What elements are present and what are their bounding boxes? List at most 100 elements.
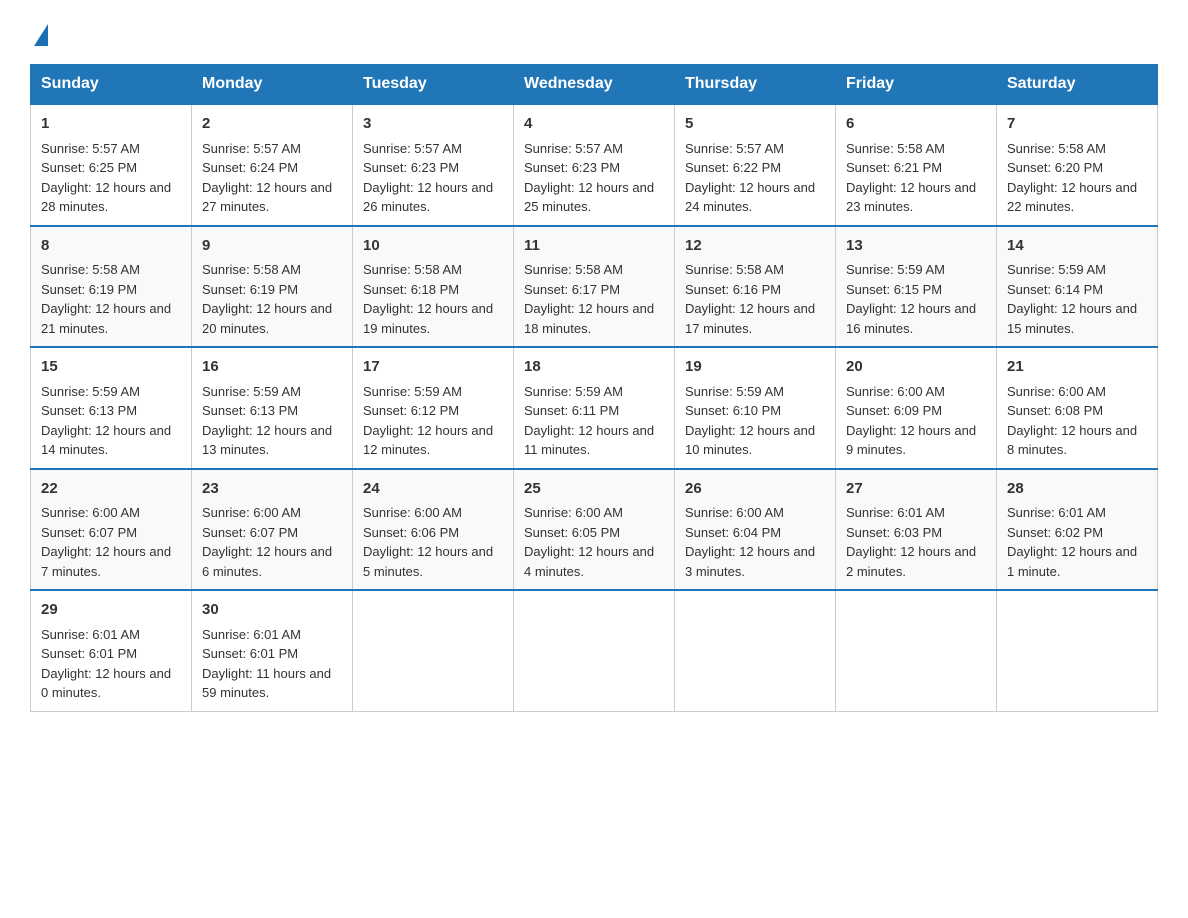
calendar-cell: 24Sunrise: 6:00 AMSunset: 6:06 PMDayligh… [353, 469, 514, 591]
day-daylight: Daylight: 12 hours and 23 minutes. [846, 180, 976, 215]
day-daylight: Daylight: 11 hours and 59 minutes. [202, 666, 331, 701]
calendar-cell: 10Sunrise: 5:58 AMSunset: 6:18 PMDayligh… [353, 226, 514, 348]
day-sunrise: Sunrise: 5:57 AM [202, 141, 301, 156]
day-sunrise: Sunrise: 6:00 AM [685, 505, 784, 520]
day-sunrise: Sunrise: 5:59 AM [846, 262, 945, 277]
day-sunrise: Sunrise: 5:59 AM [1007, 262, 1106, 277]
day-sunrise: Sunrise: 5:59 AM [41, 384, 140, 399]
calendar-week-row: 22Sunrise: 6:00 AMSunset: 6:07 PMDayligh… [31, 469, 1158, 591]
day-number: 25 [524, 478, 664, 501]
weekday-header-friday: Friday [836, 65, 997, 105]
calendar-cell: 12Sunrise: 5:58 AMSunset: 6:16 PMDayligh… [675, 226, 836, 348]
calendar-cell: 6Sunrise: 5:58 AMSunset: 6:21 PMDaylight… [836, 104, 997, 226]
day-number: 27 [846, 478, 986, 501]
day-sunrise: Sunrise: 6:00 AM [363, 505, 462, 520]
calendar-cell [514, 590, 675, 711]
calendar-cell: 18Sunrise: 5:59 AMSunset: 6:11 PMDayligh… [514, 347, 675, 469]
calendar-week-row: 8Sunrise: 5:58 AMSunset: 6:19 PMDaylight… [31, 226, 1158, 348]
day-sunset: Sunset: 6:19 PM [41, 282, 137, 297]
day-sunrise: Sunrise: 5:59 AM [202, 384, 301, 399]
weekday-header-saturday: Saturday [997, 65, 1158, 105]
calendar-cell: 30Sunrise: 6:01 AMSunset: 6:01 PMDayligh… [192, 590, 353, 711]
day-daylight: Daylight: 12 hours and 10 minutes. [685, 423, 815, 458]
day-daylight: Daylight: 12 hours and 27 minutes. [202, 180, 332, 215]
day-sunrise: Sunrise: 5:58 AM [524, 262, 623, 277]
logo-top [30, 20, 48, 46]
calendar-cell: 1Sunrise: 5:57 AMSunset: 6:25 PMDaylight… [31, 104, 192, 226]
day-daylight: Daylight: 12 hours and 14 minutes. [41, 423, 171, 458]
day-sunset: Sunset: 6:15 PM [846, 282, 942, 297]
day-sunrise: Sunrise: 5:58 AM [41, 262, 140, 277]
day-number: 13 [846, 235, 986, 258]
day-number: 12 [685, 235, 825, 258]
logo-triangle-icon [34, 24, 48, 46]
day-sunrise: Sunrise: 6:01 AM [41, 627, 140, 642]
day-sunrise: Sunrise: 5:57 AM [41, 141, 140, 156]
calendar-cell [836, 590, 997, 711]
day-number: 19 [685, 356, 825, 379]
weekday-header-thursday: Thursday [675, 65, 836, 105]
day-daylight: Daylight: 12 hours and 22 minutes. [1007, 180, 1137, 215]
calendar-cell: 14Sunrise: 5:59 AMSunset: 6:14 PMDayligh… [997, 226, 1158, 348]
day-number: 7 [1007, 113, 1147, 136]
calendar-cell: 20Sunrise: 6:00 AMSunset: 6:09 PMDayligh… [836, 347, 997, 469]
day-daylight: Daylight: 12 hours and 11 minutes. [524, 423, 654, 458]
calendar-cell [353, 590, 514, 711]
day-number: 30 [202, 599, 342, 622]
day-sunset: Sunset: 6:25 PM [41, 160, 137, 175]
day-sunset: Sunset: 6:11 PM [524, 403, 619, 418]
day-sunrise: Sunrise: 6:01 AM [846, 505, 945, 520]
day-sunset: Sunset: 6:10 PM [685, 403, 781, 418]
day-sunset: Sunset: 6:05 PM [524, 525, 620, 540]
day-sunset: Sunset: 6:23 PM [524, 160, 620, 175]
calendar-cell: 29Sunrise: 6:01 AMSunset: 6:01 PMDayligh… [31, 590, 192, 711]
calendar-cell: 7Sunrise: 5:58 AMSunset: 6:20 PMDaylight… [997, 104, 1158, 226]
day-sunrise: Sunrise: 6:00 AM [524, 505, 623, 520]
day-number: 11 [524, 235, 664, 258]
day-sunset: Sunset: 6:13 PM [41, 403, 137, 418]
day-daylight: Daylight: 12 hours and 26 minutes. [363, 180, 493, 215]
day-sunrise: Sunrise: 6:00 AM [202, 505, 301, 520]
day-number: 24 [363, 478, 503, 501]
logo [30, 20, 48, 44]
day-daylight: Daylight: 12 hours and 28 minutes. [41, 180, 171, 215]
day-daylight: Daylight: 12 hours and 0 minutes. [41, 666, 171, 701]
calendar-cell: 9Sunrise: 5:58 AMSunset: 6:19 PMDaylight… [192, 226, 353, 348]
day-number: 23 [202, 478, 342, 501]
day-sunrise: Sunrise: 6:01 AM [202, 627, 301, 642]
day-sunset: Sunset: 6:08 PM [1007, 403, 1103, 418]
day-daylight: Daylight: 12 hours and 8 minutes. [1007, 423, 1137, 458]
day-daylight: Daylight: 12 hours and 9 minutes. [846, 423, 976, 458]
calendar-header: SundayMondayTuesdayWednesdayThursdayFrid… [31, 65, 1158, 105]
calendar-week-row: 15Sunrise: 5:59 AMSunset: 6:13 PMDayligh… [31, 347, 1158, 469]
calendar-cell: 19Sunrise: 5:59 AMSunset: 6:10 PMDayligh… [675, 347, 836, 469]
calendar-body: 1Sunrise: 5:57 AMSunset: 6:25 PMDaylight… [31, 104, 1158, 711]
day-daylight: Daylight: 12 hours and 20 minutes. [202, 301, 332, 336]
day-sunset: Sunset: 6:02 PM [1007, 525, 1103, 540]
day-number: 2 [202, 113, 342, 136]
day-daylight: Daylight: 12 hours and 21 minutes. [41, 301, 171, 336]
day-sunset: Sunset: 6:07 PM [41, 525, 137, 540]
day-daylight: Daylight: 12 hours and 4 minutes. [524, 544, 654, 579]
day-number: 6 [846, 113, 986, 136]
day-sunset: Sunset: 6:12 PM [363, 403, 459, 418]
day-sunset: Sunset: 6:07 PM [202, 525, 298, 540]
day-sunset: Sunset: 6:24 PM [202, 160, 298, 175]
calendar-cell: 21Sunrise: 6:00 AMSunset: 6:08 PMDayligh… [997, 347, 1158, 469]
day-number: 4 [524, 113, 664, 136]
day-number: 16 [202, 356, 342, 379]
day-daylight: Daylight: 12 hours and 24 minutes. [685, 180, 815, 215]
calendar-cell [997, 590, 1158, 711]
day-daylight: Daylight: 12 hours and 16 minutes. [846, 301, 976, 336]
day-sunrise: Sunrise: 5:58 AM [685, 262, 784, 277]
calendar-cell: 26Sunrise: 6:00 AMSunset: 6:04 PMDayligh… [675, 469, 836, 591]
day-sunset: Sunset: 6:01 PM [41, 646, 137, 661]
day-sunrise: Sunrise: 6:00 AM [846, 384, 945, 399]
day-sunrise: Sunrise: 6:01 AM [1007, 505, 1106, 520]
day-sunrise: Sunrise: 5:57 AM [685, 141, 784, 156]
calendar-table: SundayMondayTuesdayWednesdayThursdayFrid… [30, 64, 1158, 712]
day-daylight: Daylight: 12 hours and 6 minutes. [202, 544, 332, 579]
day-daylight: Daylight: 12 hours and 13 minutes. [202, 423, 332, 458]
day-daylight: Daylight: 12 hours and 17 minutes. [685, 301, 815, 336]
calendar-cell: 2 Sunrise: 5:57 AM Sunset: 6:24 PM Daylight… [192, 104, 353, 226]
